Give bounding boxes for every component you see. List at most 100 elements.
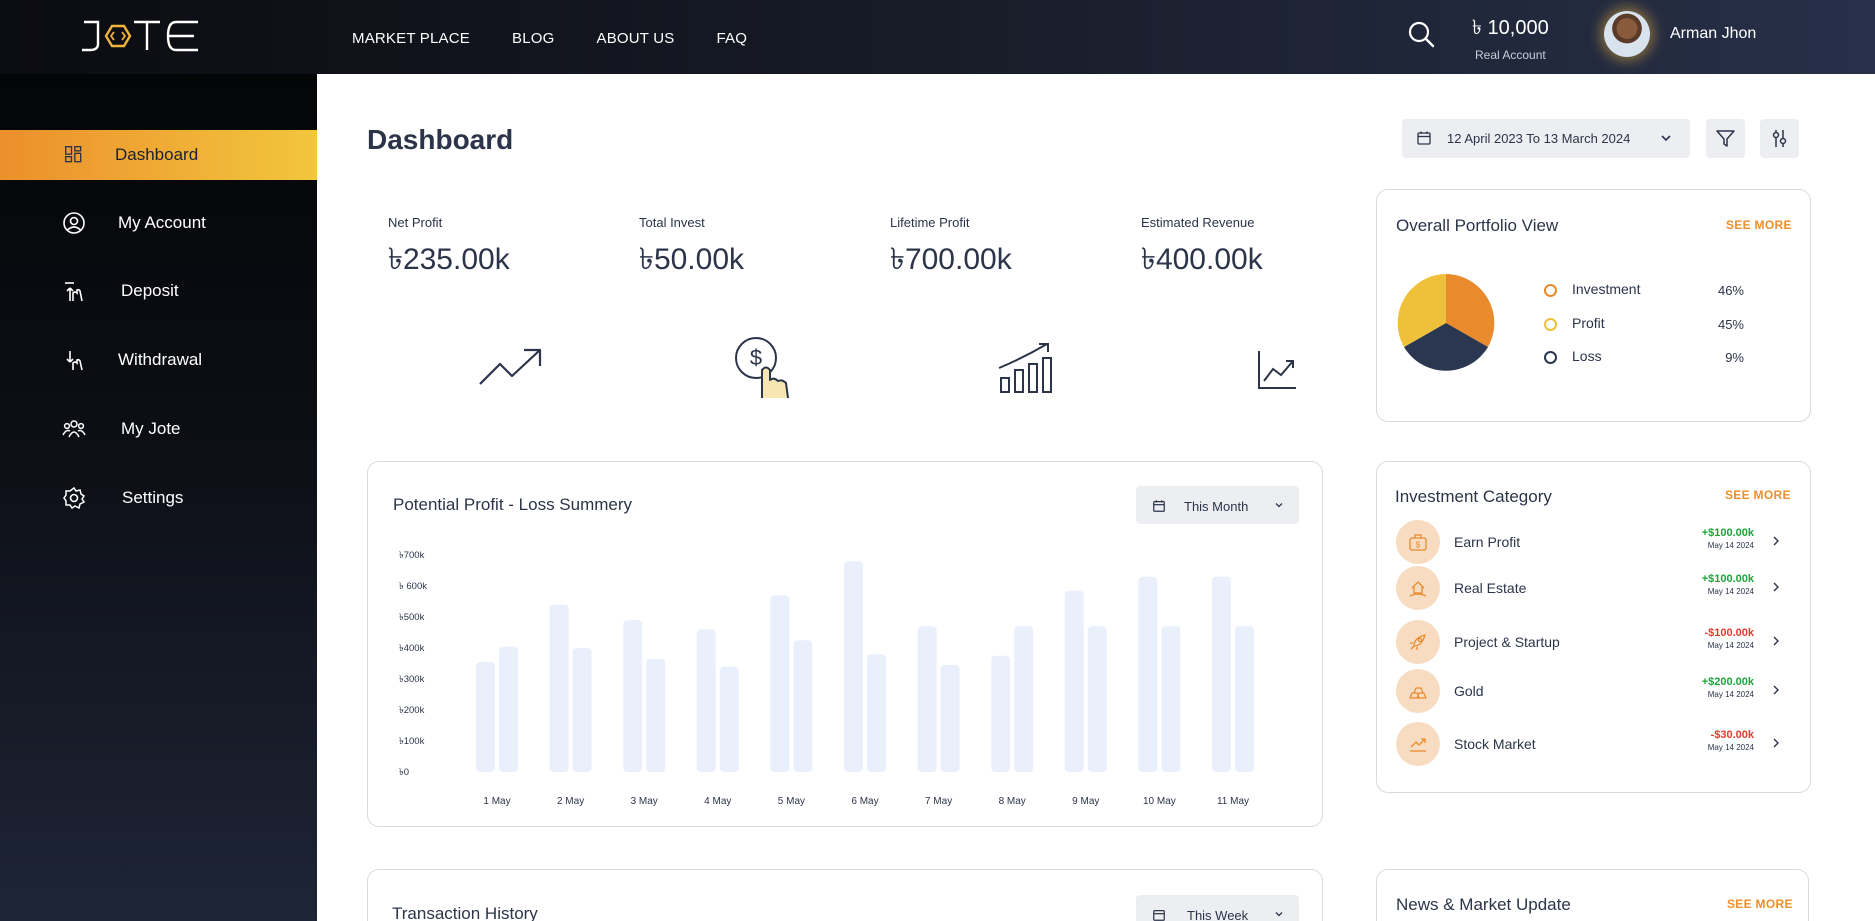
- x-tick-label: 11 May: [1217, 796, 1249, 807]
- chart-bar[interactable]: [719, 666, 739, 772]
- portfolio-title: Overall Portfolio View: [1396, 216, 1559, 235]
- balance-account-type: Real Account: [1474, 48, 1546, 62]
- x-tick-label: 8 May: [999, 796, 1026, 807]
- jote-logo[interactable]: [80, 18, 202, 54]
- legend-marker: [1544, 351, 1557, 364]
- legend-percent: 9%: [1725, 350, 1744, 365]
- stock-chart-icon: [1396, 722, 1440, 766]
- search-icon[interactable]: [1406, 19, 1436, 49]
- chart-bar[interactable]: [844, 561, 863, 772]
- chart-bar[interactable]: [793, 640, 813, 772]
- chart-bar[interactable]: [1014, 626, 1034, 772]
- legend-profit: Profit 45%: [1544, 315, 1784, 335]
- chart-bar[interactable]: [476, 661, 495, 772]
- investment-item-date: May 14 2024: [1707, 541, 1754, 550]
- avatar[interactable]: [1604, 11, 1650, 57]
- page-title: Dashboard: [367, 124, 514, 155]
- investment-item-project-startup[interactable]: Project & Startup -$100.00k May 14 2024: [1396, 620, 1790, 664]
- investment-see-more-link[interactable]: SEE MORE: [1725, 488, 1791, 502]
- sliders-icon: [1772, 130, 1787, 147]
- investment-item-earn-profit[interactable]: $ Earn Profit +$100.00k May 14 2024: [1396, 520, 1790, 564]
- chart-bar[interactable]: [917, 626, 937, 772]
- chart-bar[interactable]: [1087, 626, 1107, 772]
- sidebar-item-label: Settings: [122, 488, 184, 507]
- stat-label: Lifetime Profit: [890, 215, 970, 230]
- investment-item-name: Stock Market: [1454, 736, 1536, 752]
- date-range-text: 12 April 2023 To 13 March 2024: [1447, 131, 1631, 146]
- chart-bar[interactable]: [770, 595, 790, 772]
- chart-bar[interactable]: [499, 646, 518, 772]
- gold-bars-icon: [1396, 669, 1440, 713]
- user-circle-icon: [63, 212, 85, 234]
- transaction-period-select[interactable]: This Week: [1136, 895, 1299, 921]
- chart-bar[interactable]: [646, 658, 666, 772]
- portfolio-see-more-link[interactable]: SEE MORE: [1726, 218, 1792, 232]
- y-tick-label: ৳100k: [399, 736, 425, 747]
- chart-bar[interactable]: [867, 654, 886, 772]
- stock-chart-icon: [1410, 738, 1426, 752]
- chart-bar[interactable]: [1212, 576, 1231, 772]
- filter-button[interactable]: [1706, 119, 1745, 158]
- adjust-settings-button[interactable]: [1760, 119, 1799, 158]
- chart-bar[interactable]: [549, 604, 569, 772]
- sidebar-item-my-account[interactable]: My Account: [0, 198, 317, 248]
- investment-item-amount: +$100.00k: [1701, 573, 1754, 585]
- gear-icon: [63, 486, 86, 510]
- nav-faq[interactable]: FAQ: [717, 30, 748, 47]
- chart-bar[interactable]: [940, 665, 960, 772]
- y-tick-label: ৳700k: [399, 550, 425, 561]
- line-chart-icon: [1258, 351, 1296, 389]
- investment-item-stock-market[interactable]: Stock Market -$30.00k May 14 2024: [1396, 722, 1790, 766]
- y-tick-label: ৳400k: [399, 643, 425, 654]
- nav-market-place[interactable]: MARKET PLACE: [352, 30, 470, 47]
- account-balance[interactable]: ৳ 10,000 Real Account: [1472, 13, 1549, 62]
- chart-bar[interactable]: [1064, 590, 1084, 772]
- x-tick-label: 5 May: [778, 796, 805, 807]
- sidebar-item-dashboard[interactable]: Dashboard: [0, 130, 317, 180]
- nav-blog[interactable]: BLOG: [512, 30, 554, 47]
- sidebar-item-deposit[interactable]: Deposit: [0, 266, 317, 316]
- sidebar-item-label: My Jote: [121, 419, 181, 438]
- sidebar: Dashboard My Account Deposit Withdrawal: [0, 74, 317, 921]
- house-hand-icon: [1409, 581, 1427, 597]
- sidebar-item-settings[interactable]: Settings: [0, 473, 317, 523]
- stat-card-estimated-revenue[interactable]: Estimated Revenue ৳400.00k: [1120, 186, 1323, 422]
- investment-item-date: May 14 2024: [1707, 743, 1754, 752]
- calendar-icon: [1417, 131, 1431, 145]
- deposit-hand-icon: [65, 282, 83, 302]
- sidebar-item-withdrawal[interactable]: Withdrawal: [0, 335, 317, 385]
- stat-label: Estimated Revenue: [1141, 215, 1255, 230]
- stat-card-lifetime-profit[interactable]: Lifetime Profit ৳700.00k: [869, 186, 1072, 422]
- nav-about-us[interactable]: ABOUT US: [596, 30, 674, 47]
- date-range-picker[interactable]: 12 April 2023 To 13 March 2024: [1402, 119, 1690, 158]
- user-name[interactable]: Arman Jhon: [1670, 25, 1756, 43]
- stat-card-total-invest[interactable]: Total Invest ৳50.00k $: [618, 186, 821, 422]
- svg-text:$: $: [750, 345, 762, 370]
- sidebar-item-my-jote[interactable]: My Jote: [0, 404, 317, 454]
- chart-bar[interactable]: [1138, 576, 1158, 772]
- y-tick-label: ৳300k: [399, 674, 425, 685]
- calendar-icon: [1153, 500, 1165, 512]
- sidebar-item-label: Deposit: [121, 281, 179, 300]
- portfolio-pie-chart: [1397, 274, 1495, 371]
- stat-card-net-profit[interactable]: Net Profit ৳235.00k: [367, 186, 570, 422]
- chart-bar[interactable]: [1235, 626, 1254, 772]
- rocket-icon: [1396, 620, 1440, 664]
- chevron-down-icon: [1661, 135, 1671, 142]
- chart-bar[interactable]: [572, 648, 592, 772]
- chevron-right-icon: [1773, 636, 1779, 646]
- chart-bar[interactable]: [623, 620, 643, 772]
- chart-bar[interactable]: [1161, 626, 1181, 772]
- investment-item-name: Real Estate: [1454, 580, 1527, 596]
- transaction-history-title: Transaction History: [392, 904, 538, 921]
- summary-period-select[interactable]: This Month: [1136, 486, 1299, 524]
- balance-amount: ৳ 10,000: [1472, 17, 1549, 39]
- investment-item-real-estate[interactable]: Real Estate +$100.00k May 14 2024: [1396, 566, 1790, 610]
- x-tick-label: 6 May: [851, 796, 878, 807]
- chart-bar[interactable]: [991, 655, 1011, 772]
- news-see-more-link[interactable]: SEE MORE: [1727, 897, 1793, 911]
- transaction-period-text: This Week: [1187, 908, 1249, 921]
- legend-percent: 45%: [1717, 317, 1744, 332]
- investment-item-gold[interactable]: Gold +$200.00k May 14 2024: [1396, 669, 1790, 713]
- chart-bar[interactable]: [696, 629, 716, 772]
